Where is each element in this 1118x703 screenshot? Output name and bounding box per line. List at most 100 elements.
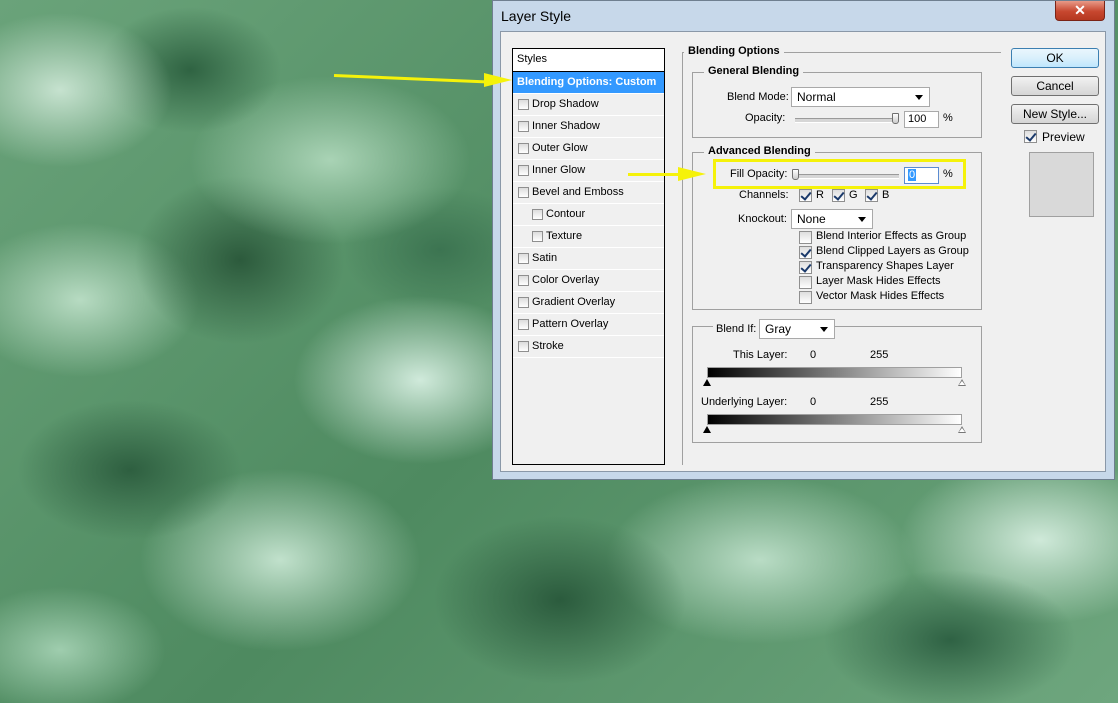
style-item-label: Stroke <box>532 340 564 352</box>
blend-if-select[interactable]: Gray <box>759 319 835 339</box>
channel-r-checkbox[interactable] <box>799 189 812 202</box>
underlying-layer-black-slider[interactable] <box>703 426 711 433</box>
style-item-checkbox[interactable] <box>518 143 529 154</box>
style-item-checkbox[interactable] <box>518 99 529 110</box>
style-item-stroke[interactable]: Stroke <box>513 336 664 358</box>
style-item-label: Inner Shadow <box>532 120 600 132</box>
style-item-checkbox[interactable] <box>532 231 543 242</box>
style-item-pattern-overlay[interactable]: Pattern Overlay <box>513 314 664 336</box>
preview-checkbox[interactable] <box>1024 130 1037 143</box>
this-layer-gradient <box>707 367 962 378</box>
channel-b-label: B <box>882 189 890 201</box>
opacity-value: 100 <box>908 113 927 125</box>
style-item-label: Satin <box>532 252 558 264</box>
option-checkbox-blend-clipped-layers-as-group[interactable] <box>799 246 812 259</box>
style-item-label: Outer Glow <box>532 142 588 154</box>
style-item-blending-options[interactable]: Blending Options: Custom <box>513 72 664 94</box>
style-item-bevel-and-emboss[interactable]: Bevel and Emboss <box>513 182 664 204</box>
this-layer-black-slider[interactable] <box>703 379 711 386</box>
style-item-label: Bevel and Emboss <box>532 186 624 198</box>
opacity-percent: % <box>943 112 953 124</box>
option-label: Blend Clipped Layers as Group <box>816 245 969 257</box>
blend-if-value: Gray <box>765 322 792 336</box>
opacity-input[interactable]: 100 <box>904 111 939 128</box>
ok-button-label: OK <box>1046 51 1064 65</box>
style-item-contour[interactable]: Contour <box>513 204 664 226</box>
title-bar[interactable]: Layer Style ✕ <box>493 1 1114 31</box>
style-item-checkbox[interactable] <box>518 319 529 330</box>
dialog-title: Layer Style <box>501 8 572 24</box>
option-checkbox-transparency-shapes-layer[interactable] <box>799 261 812 274</box>
style-item-satin[interactable]: Satin <box>513 248 664 270</box>
style-item-label: Pattern Overlay <box>532 318 609 330</box>
dialog-client-area: Styles Blending Options: Custom Drop Sha… <box>500 31 1106 472</box>
this-layer-low: 0 <box>810 349 817 361</box>
chevron-down-icon <box>915 95 923 100</box>
ok-button[interactable]: OK <box>1011 48 1099 68</box>
blend-mode-select[interactable]: Normal <box>791 87 930 107</box>
opacity-label: Opacity: <box>745 112 786 124</box>
annotation-arrow-2-head <box>678 167 706 181</box>
style-item-checkbox[interactable] <box>518 341 529 352</box>
styles-header[interactable]: Styles <box>513 49 664 72</box>
style-item-checkbox[interactable] <box>518 253 529 264</box>
option-label: Vector Mask Hides Effects <box>816 290 945 302</box>
close-button[interactable]: ✕ <box>1055 1 1105 21</box>
blend-mode-label: Blend Mode: <box>727 91 789 103</box>
style-item-color-overlay[interactable]: Color Overlay <box>513 270 664 292</box>
this-layer-label: This Layer: <box>733 349 788 361</box>
channel-g-checkbox[interactable] <box>832 189 845 202</box>
style-item-label: Inner Glow <box>532 164 586 176</box>
knockout-select[interactable]: None <box>791 209 873 229</box>
annotation-arrow-2-shaft <box>628 173 680 176</box>
style-item-outer-glow[interactable]: Outer Glow <box>513 138 664 160</box>
chevron-down-icon <box>820 327 828 332</box>
option-checkbox-blend-interior-effects-as-group[interactable] <box>799 231 812 244</box>
underlying-layer-label: Underlying Layer: <box>701 396 788 408</box>
opacity-slider-thumb[interactable] <box>892 113 899 124</box>
cancel-button[interactable]: Cancel <box>1011 76 1099 96</box>
channel-r-label: R <box>816 189 824 201</box>
underlying-layer-low: 0 <box>810 396 817 408</box>
style-item-checkbox[interactable] <box>518 275 529 286</box>
style-item-checkbox[interactable] <box>518 165 529 176</box>
channel-g-label: G <box>849 189 858 201</box>
cancel-button-label: Cancel <box>1036 79 1074 93</box>
style-item-inner-shadow[interactable]: Inner Shadow <box>513 116 664 138</box>
channels-label: Channels: <box>739 189 789 201</box>
option-checkbox-layer-mask-hides-effects[interactable] <box>799 276 812 289</box>
this-layer-high: 255 <box>870 349 889 361</box>
advanced-blending-title: Advanced Blending <box>704 145 815 157</box>
option-label: Blend Interior Effects as Group <box>816 230 967 242</box>
style-item-drop-shadow[interactable]: Drop Shadow <box>513 94 664 116</box>
knockout-label: Knockout: <box>738 213 787 225</box>
underlying-layer-high: 255 <box>870 396 889 408</box>
style-item-checkbox[interactable] <box>518 121 529 132</box>
underlying-layer-white-slider[interactable] <box>958 426 966 433</box>
channel-b-checkbox[interactable] <box>865 189 878 202</box>
style-item-label: Contour <box>546 208 586 220</box>
this-layer-white-slider[interactable] <box>958 379 966 386</box>
opacity-slider-track[interactable] <box>795 118 899 123</box>
layer-style-dialog: Layer Style ✕ Styles Blending Options: C… <box>492 0 1115 480</box>
style-item-label: Blending Options: Custom <box>517 76 657 88</box>
close-icon: ✕ <box>1074 2 1086 18</box>
new-style-button-label: New Style... <box>1022 107 1088 121</box>
underlying-layer-gradient <box>707 414 962 425</box>
general-blending-title: General Blending <box>704 65 804 77</box>
style-item-checkbox[interactable] <box>532 209 543 220</box>
blend-if-group <box>692 326 982 443</box>
option-label: Layer Mask Hides Effects <box>816 275 941 287</box>
style-item-gradient-overlay[interactable]: Gradient Overlay <box>513 292 664 314</box>
new-style-button[interactable]: New Style... <box>1011 104 1099 124</box>
style-item-inner-glow[interactable]: Inner Glow <box>513 160 664 182</box>
style-item-label: Gradient Overlay <box>532 296 616 308</box>
option-checkbox-vector-mask-hides-effects[interactable] <box>799 291 812 304</box>
style-item-texture[interactable]: Texture <box>513 226 664 248</box>
style-item-label: Color Overlay <box>532 274 600 286</box>
preview-swatch <box>1029 152 1094 217</box>
style-item-checkbox[interactable] <box>518 297 529 308</box>
blend-mode-value: Normal <box>797 90 836 104</box>
preview-label: Preview <box>1042 130 1085 144</box>
style-item-checkbox[interactable] <box>518 187 529 198</box>
